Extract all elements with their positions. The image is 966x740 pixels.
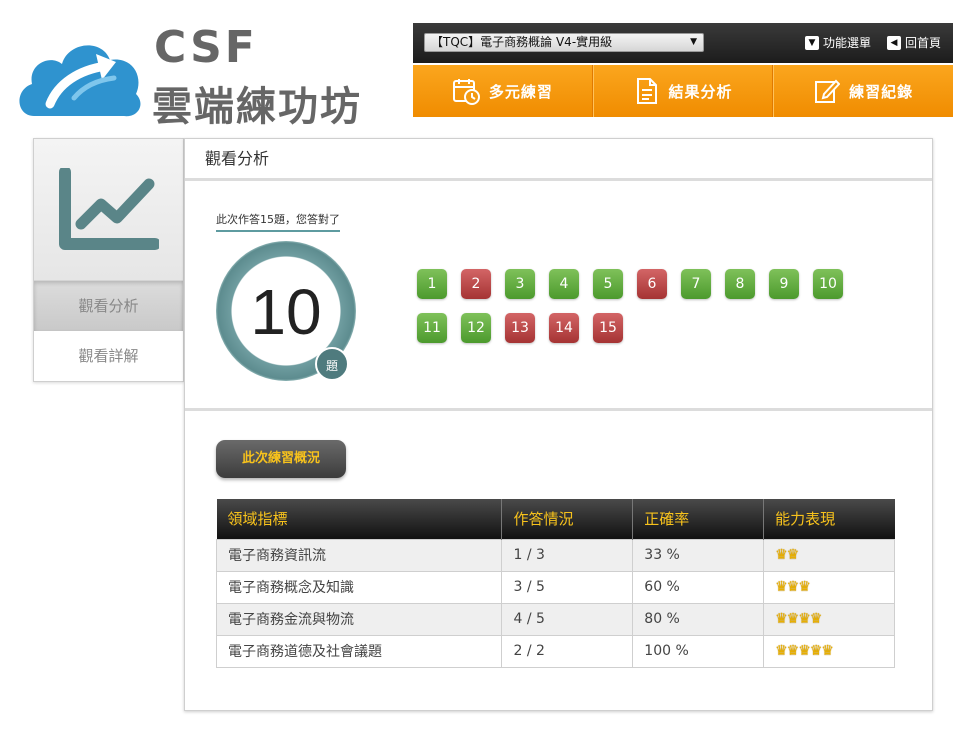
brand-subtitle: 雲端練功坊 bbox=[152, 84, 362, 130]
question-button-correct[interactable]: 10 bbox=[813, 269, 843, 299]
brand-title: CSF bbox=[154, 22, 258, 73]
cloud-logo-icon bbox=[19, 45, 141, 117]
ability-cell: ♛♛ bbox=[763, 538, 895, 572]
question-button-correct[interactable]: 12 bbox=[461, 313, 491, 343]
table-row: 電子商務道德及社會議題 2 / 2 100 % ♛♛♛♛♛ bbox=[215, 634, 895, 668]
nav-label: 多元練習 bbox=[488, 82, 553, 101]
back-arrow-icon: ◀ bbox=[887, 35, 901, 50]
answered-cell: 1 / 3 bbox=[501, 538, 634, 572]
question-button-wrong[interactable]: 14 bbox=[549, 313, 579, 343]
ability-cell: ♛♛♛♛ bbox=[763, 602, 895, 636]
rate-cell: 100 % bbox=[632, 634, 765, 668]
score-unit-badge: 題 bbox=[315, 347, 349, 381]
question-button-correct[interactable]: 4 bbox=[549, 269, 579, 299]
table-header-cell: 領域指標 bbox=[216, 499, 503, 539]
function-menu-label: 功能選單 bbox=[823, 36, 872, 50]
nav-practice-record[interactable]: 練習紀錄 bbox=[773, 65, 953, 117]
score-section: 此次作答15題，您答對了 10 題 1 2 3 4 5 6 7 8 9 10 11 12 13 14 15 bbox=[185, 181, 932, 411]
answered-cell: 3 / 5 bbox=[501, 570, 634, 604]
home-link[interactable]: ◀ 回首頁 bbox=[887, 34, 941, 51]
logo[interactable]: CSF 雲端練功坊 bbox=[14, 20, 394, 130]
ability-cell: ♛♛♛♛♛ bbox=[763, 634, 895, 668]
course-select[interactable]: 【TQC】電子商務概論 V4-實用級 ▼ bbox=[424, 33, 704, 52]
summary-text: 此次作答15題，您答對了 bbox=[216, 211, 340, 232]
table-row: 電子商務概念及知識 3 / 5 60 % ♛♛♛ bbox=[215, 570, 895, 604]
analysis-panel: 觀看分析 此次作答15題，您答對了 10 題 1 2 3 4 5 6 7 8 9 10 11 12 13… bbox=[184, 138, 933, 711]
question-button-correct[interactable]: 7 bbox=[681, 269, 711, 299]
calendar-clock-icon bbox=[452, 79, 480, 105]
answered-cell: 2 / 2 bbox=[501, 634, 634, 668]
line-chart-icon bbox=[58, 167, 159, 250]
side-item-view-analysis[interactable]: 觀看分析 bbox=[34, 281, 183, 331]
question-grid: 1 2 3 4 5 6 7 8 9 10 11 12 13 14 15 bbox=[417, 269, 857, 343]
table-header-cell: 正確率 bbox=[632, 499, 765, 539]
top-bar: 【TQC】電子商務概論 V4-實用級 ▼ ▼ 功能選單 ◀ 回首頁 bbox=[413, 23, 953, 63]
overview-button[interactable]: 此次練習概況 bbox=[216, 440, 346, 478]
side-menu-header bbox=[34, 139, 183, 281]
question-button-correct[interactable]: 8 bbox=[725, 269, 755, 299]
function-menu-link[interactable]: ▼ 功能選單 bbox=[805, 34, 871, 51]
question-button-correct[interactable]: 3 bbox=[505, 269, 535, 299]
domain-cell: 電子商務資訊流 bbox=[215, 538, 503, 572]
rate-cell: 60 % bbox=[632, 570, 765, 604]
table-header-cell: 作答情況 bbox=[501, 499, 634, 539]
rate-cell: 80 % bbox=[632, 602, 765, 636]
course-select-value: 【TQC】電子商務概論 V4-實用級 bbox=[431, 35, 613, 49]
table-row: 電子商務金流與物流 4 / 5 80 % ♛♛♛♛ bbox=[215, 602, 895, 636]
table-row: 電子商務資訊流 1 / 3 33 % ♛♛ bbox=[215, 538, 895, 572]
crown-icon: ♛♛♛♛ bbox=[775, 611, 822, 627]
nav-multi-practice[interactable]: 多元練習 bbox=[413, 65, 593, 117]
question-button-wrong[interactable]: 2 bbox=[461, 269, 491, 299]
domain-cell: 電子商務概念及知識 bbox=[215, 570, 503, 604]
page-title: 觀看分析 bbox=[185, 139, 932, 181]
question-button-wrong[interactable]: 15 bbox=[593, 313, 623, 343]
home-label: 回首頁 bbox=[905, 36, 942, 50]
document-icon bbox=[636, 78, 657, 104]
stats-table: 領域指標 作答情況 正確率 能力表現 電子商務資訊流 1 / 3 33 % ♛♛ 電子商… bbox=[215, 499, 895, 668]
domain-cell: 電子商務金流與物流 bbox=[215, 602, 503, 636]
question-button-correct[interactable]: 5 bbox=[593, 269, 623, 299]
question-button-correct[interactable]: 9 bbox=[769, 269, 799, 299]
rate-cell: 33 % bbox=[632, 538, 765, 572]
edit-icon bbox=[815, 79, 841, 103]
nav-label: 結果分析 bbox=[668, 82, 733, 101]
table-header-row: 領域指標 作答情況 正確率 能力表現 bbox=[216, 499, 895, 539]
side-menu: 觀看分析 觀看詳解 bbox=[33, 138, 184, 382]
question-button-correct[interactable]: 1 bbox=[417, 269, 447, 299]
crown-icon: ♛♛♛ bbox=[775, 579, 811, 595]
domain-cell: 電子商務道德及社會議題 bbox=[215, 634, 503, 668]
question-button-wrong[interactable]: 13 bbox=[505, 313, 535, 343]
ability-cell: ♛♛♛ bbox=[763, 570, 895, 604]
question-button-wrong[interactable]: 6 bbox=[637, 269, 667, 299]
crown-icon: ♛♛♛♛♛ bbox=[775, 643, 834, 659]
crown-icon: ♛♛ bbox=[775, 547, 799, 563]
score-value: 10 bbox=[250, 276, 322, 348]
nav-result-analysis[interactable]: 結果分析 bbox=[592, 65, 774, 117]
menu-arrow-icon: ▼ bbox=[805, 35, 819, 50]
side-item-view-explanation[interactable]: 觀看詳解 bbox=[34, 331, 183, 381]
dropdown-arrow-icon: ▼ bbox=[690, 37, 697, 47]
table-header-cell: 能力表現 bbox=[763, 499, 895, 539]
main-nav: 多元練習 結果分析 練習紀錄 bbox=[413, 65, 953, 117]
question-button-correct[interactable]: 11 bbox=[417, 313, 447, 343]
answered-cell: 4 / 5 bbox=[501, 602, 634, 636]
overview-section: 此次練習概況 領域指標 作答情況 正確率 能力表現 電子商務資訊流 1 / 3 33… bbox=[185, 411, 932, 711]
nav-label: 練習紀錄 bbox=[849, 82, 914, 101]
